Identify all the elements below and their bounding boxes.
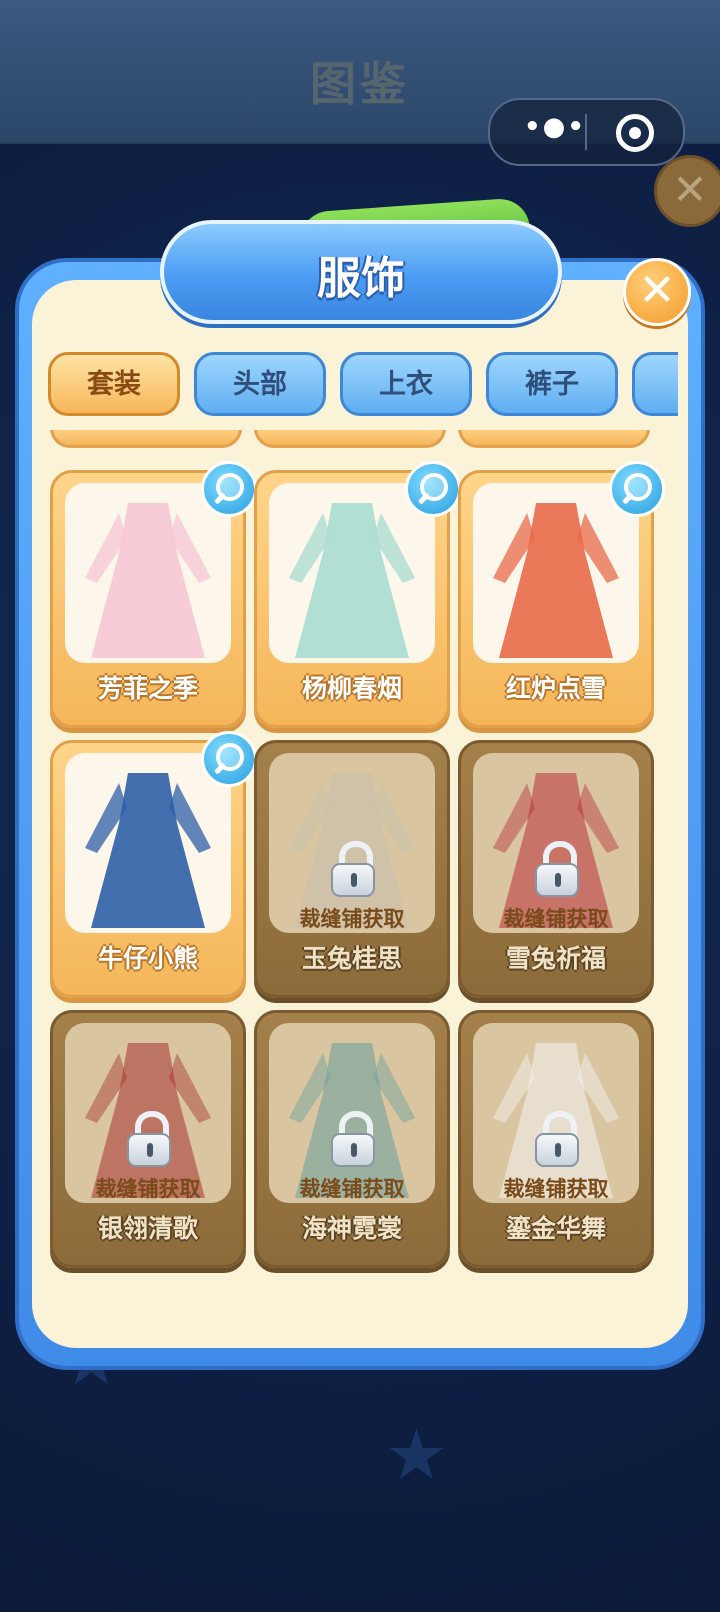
outfit-thumbnail xyxy=(269,483,435,663)
unlock-hint: 裁缝铺获取 xyxy=(95,1177,201,1201)
outfit-card[interactable]: 裁缝铺获取 海神霓裳 xyxy=(254,1010,450,1268)
more-dots-icon[interactable]: •●• xyxy=(520,112,590,142)
outfit-card[interactable]: 裁缝铺获取 雪兔祈福 xyxy=(458,740,654,998)
outfit-name: 红炉点雪 xyxy=(505,674,606,703)
tab-4[interactable]: 裤子 xyxy=(486,352,618,416)
outfit-name: 雪兔祈福 xyxy=(505,944,606,973)
tab-2[interactable]: 头部 xyxy=(194,352,326,416)
outfit-thumbnail xyxy=(65,483,231,663)
panel-title: 服饰 xyxy=(317,253,405,304)
outfit-illustration xyxy=(85,503,211,658)
outfit-card[interactable]: 裁缝铺获取 鎏金华舞 xyxy=(458,1010,654,1268)
lock-icon xyxy=(535,1111,579,1167)
lock-icon xyxy=(331,841,375,897)
close-button[interactable]: ✕ xyxy=(623,258,691,326)
lock-icon xyxy=(127,1111,171,1167)
star-decoration-icon: ★ xyxy=(385,1414,448,1496)
tab-label: 裤子 xyxy=(525,369,579,400)
magnifier-icon[interactable] xyxy=(201,731,257,787)
outfit-name: 海神霓裳 xyxy=(301,1214,402,1243)
tab-label: 套装 xyxy=(87,369,141,400)
outfit-name: 杨柳春烟 xyxy=(301,674,402,703)
magnifier-icon[interactable] xyxy=(609,461,665,517)
unlock-hint: 裁缝铺获取 xyxy=(299,907,405,931)
outfit-thumbnail xyxy=(65,753,231,933)
outfit-card[interactable]: 裁缝铺获取 银翎清歌 xyxy=(50,1010,246,1268)
magnifier-icon[interactable] xyxy=(201,461,257,517)
panel-title-banner: 服饰 xyxy=(160,220,562,324)
garment-shape xyxy=(91,503,205,658)
outfit-name: 银翎清歌 xyxy=(97,1214,198,1243)
garment-shape xyxy=(295,503,409,658)
outfit-thumbnail xyxy=(473,483,639,663)
outfit-thumbnail: 裁缝铺获取 xyxy=(269,753,435,933)
tab-5[interactable] xyxy=(632,352,678,416)
outfit-card[interactable]: 杨柳春烟 xyxy=(254,461,461,728)
target-icon[interactable] xyxy=(616,114,654,152)
outfit-card[interactable]: 红炉点雪 xyxy=(458,461,665,728)
unlock-hint: 裁缝铺获取 xyxy=(503,907,609,931)
tab-1[interactable]: 套装 xyxy=(48,352,180,416)
background-close-icon: ✕ xyxy=(654,155,720,227)
garment-shape xyxy=(91,773,205,928)
previous-row-card xyxy=(458,430,650,448)
unlock-hint: 裁缝铺获取 xyxy=(503,1177,609,1201)
lock-icon xyxy=(535,841,579,897)
previous-row-card xyxy=(254,430,446,448)
outfit-thumbnail: 裁缝铺获取 xyxy=(269,1023,435,1203)
outfit-name: 芳菲之季 xyxy=(97,674,198,703)
outfit-card[interactable]: 芳菲之季 xyxy=(50,461,257,728)
outfit-card[interactable]: 牛仔小熊 xyxy=(50,731,257,998)
miniprogram-capsule: •●• xyxy=(488,98,685,166)
tab-3[interactable]: 上衣 xyxy=(340,352,472,416)
outfit-illustration xyxy=(493,503,619,658)
outfit-name: 玉兔桂思 xyxy=(301,944,402,973)
previous-row-card xyxy=(50,430,242,448)
outfit-name: 鎏金华舞 xyxy=(505,1214,606,1243)
outfit-thumbnail: 裁缝铺获取 xyxy=(65,1023,231,1203)
unlock-hint: 裁缝铺获取 xyxy=(299,1177,405,1201)
close-icon: ✕ xyxy=(638,265,676,316)
capsule-divider xyxy=(585,114,587,150)
outfit-illustration xyxy=(85,773,211,928)
garment-shape xyxy=(499,503,613,658)
lock-icon xyxy=(331,1111,375,1167)
magnifier-icon[interactable] xyxy=(405,461,461,517)
tab-label: 头部 xyxy=(233,369,287,400)
outfit-thumbnail: 裁缝铺获取 xyxy=(473,1023,639,1203)
tab-label: 上衣 xyxy=(379,369,433,400)
outfit-grid: 芳菲之季 杨柳春烟 红炉点雪 牛仔小熊 裁缝铺获取 玉兔桂思 裁缝铺获取 雪兔祈福 裁缝铺获取银… xyxy=(48,430,678,1310)
outfit-name: 牛仔小熊 xyxy=(97,944,198,973)
outfit-illustration xyxy=(289,503,415,658)
outfit-thumbnail: 裁缝铺获取 xyxy=(473,753,639,933)
category-tabs: 套装 头部 上衣 裤子 xyxy=(48,352,678,418)
outfit-card[interactable]: 裁缝铺获取 玉兔桂思 xyxy=(254,740,450,998)
